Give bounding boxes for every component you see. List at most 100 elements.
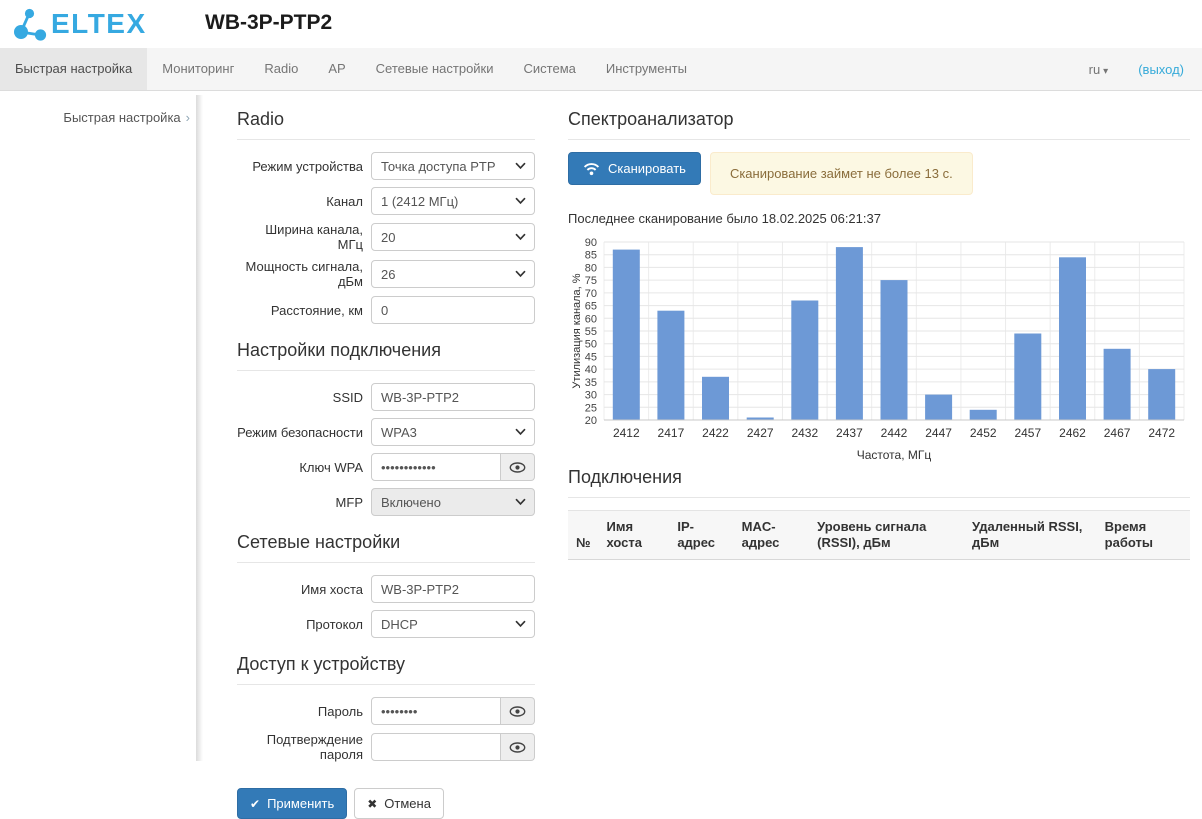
language-label: ru [1089, 62, 1101, 77]
svg-text:75: 75 [585, 275, 597, 287]
password-label: Пароль [237, 704, 363, 719]
tab-ap[interactable]: AP [313, 48, 360, 90]
nav-tabs: Быстрая настройкаМониторингRadioAPСетевы… [0, 48, 702, 90]
scan-duration-alert: Сканирование займет не более 13 с. [710, 152, 973, 195]
tab-monitoring[interactable]: Мониторинг [147, 48, 249, 90]
channel-width-label: Ширина канала, МГц [237, 222, 363, 252]
tx-power-select[interactable]: 26 [371, 260, 535, 288]
apply-button[interactable]: ✔Применить [237, 788, 347, 819]
mfp-value: Включено [381, 495, 441, 510]
device-mode-row: Режим устройства Точка доступа PTP [237, 152, 535, 180]
mfp-row: MFPВключено [237, 488, 535, 516]
svg-text:35: 35 [585, 377, 597, 389]
distance-row: Расстояние, км [237, 296, 535, 324]
svg-text:55: 55 [585, 326, 597, 338]
password-row: Пароль [237, 697, 535, 725]
section-title: Настройки подключения [237, 340, 535, 371]
svg-text:2437: 2437 [836, 426, 863, 440]
hostname-input[interactable] [371, 575, 535, 603]
sidebar-item-quick-setup[interactable]: Быстрая настройка› [0, 110, 190, 125]
connections-column-header: Имя хоста [599, 511, 670, 560]
tx-power-row: Мощность сигнала, дБм 26 [237, 259, 535, 289]
svg-text:65: 65 [585, 301, 597, 313]
svg-text:2442: 2442 [881, 426, 908, 440]
device-mode-value: Точка доступа PTP [381, 159, 496, 174]
eltex-logo[interactable]: ELTEX [12, 6, 147, 42]
wpa-key-input[interactable] [371, 453, 501, 481]
ssid-row: SSID [237, 383, 535, 411]
wpa-key-label: Ключ WPA [237, 460, 363, 475]
x-icon: ✖ [367, 798, 377, 810]
channel-label: Канал [237, 194, 363, 209]
chevron-down-icon [515, 234, 526, 241]
svg-text:2412: 2412 [613, 426, 640, 440]
connections-column-header: IP-адрес [669, 511, 733, 560]
security-mode-select[interactable]: WPA3 [371, 418, 535, 446]
section-title: Сетевые настройки [237, 532, 535, 563]
protocol-select[interactable]: DHCP [371, 610, 535, 638]
password-confirm-label: Подтверждение пароля [237, 732, 363, 762]
scan-row: Сканировать Сканирование займет не более… [568, 152, 1190, 195]
tab-radio[interactable]: Radio [249, 48, 313, 90]
chevron-down-icon [515, 198, 526, 205]
svg-text:85: 85 [585, 250, 597, 262]
scan-button[interactable]: Сканировать [568, 152, 701, 185]
connections-column-header: Удаленный RSSI, дБм [964, 511, 1097, 560]
toggle-wpa-key-visibility-button[interactable] [501, 453, 535, 481]
toggle-password-confirm-visibility-button[interactable] [501, 733, 535, 761]
hostname-row: Имя хоста [237, 575, 535, 603]
wpa-key-row: Ключ WPA [237, 453, 535, 481]
toggle-password-visibility-button[interactable] [501, 697, 535, 725]
security-mode-row: Режим безопасности WPA3 [237, 418, 535, 446]
password-input[interactable] [371, 697, 501, 725]
security-mode-label: Режим безопасности [237, 425, 363, 440]
spectrum-chart: 2025303540455055606570758085902412241724… [568, 232, 1190, 467]
mfp-select[interactable]: Включено [371, 488, 535, 516]
tab-system[interactable]: Система [509, 48, 591, 90]
svg-text:2457: 2457 [1014, 426, 1041, 440]
svg-text:2452: 2452 [970, 426, 997, 440]
chevron-down-icon [515, 429, 526, 436]
tx-power-label: Мощность сигнала, дБм [237, 259, 363, 289]
tab-network-settings[interactable]: Сетевые настройки [361, 48, 509, 90]
distance-label: Расстояние, км [237, 303, 363, 318]
chevron-right-icon: › [186, 110, 190, 125]
channel-width-value: 20 [381, 230, 395, 245]
connections-table: №Имя хостаIP-адресMAC-адресУровень сигна… [568, 510, 1190, 560]
spectrum-panel: Спектроанализатор Сканировать Сканирован… [568, 109, 1190, 560]
eye-icon [509, 706, 526, 717]
svg-text:Частота, МГц: Частота, МГц [857, 448, 932, 462]
device-mode-label: Режим устройства [237, 159, 363, 174]
language-selector[interactable]: ru▾ [1089, 62, 1109, 77]
tx-power-value: 26 [381, 267, 395, 282]
app-header: ELTEX WB-3P-PTP2 [0, 0, 1202, 48]
form-section: Сетевые настройки Имя хоста Протокол DHCP [237, 532, 535, 638]
tab-tools[interactable]: Инструменты [591, 48, 702, 90]
sidebar-divider [196, 95, 203, 761]
eye-icon [509, 742, 526, 753]
channel-width-select[interactable]: 20 [371, 223, 535, 251]
channel-width-row: Ширина канала, МГц 20 [237, 222, 535, 252]
svg-text:2427: 2427 [747, 426, 774, 440]
ssid-input[interactable] [371, 383, 535, 411]
connections-column-header: № [568, 511, 599, 560]
distance-input[interactable] [371, 296, 535, 324]
protocol-label: Протокол [237, 617, 363, 632]
last-scan-text: Последнее сканирование было 18.02.2025 0… [568, 211, 1190, 226]
form-section: Настройки подключения SSID Режим безопасно… [237, 340, 535, 516]
logout-link[interactable]: (выход) [1138, 62, 1184, 77]
tab-quick-setup[interactable]: Быстрая настройка [0, 48, 147, 90]
cancel-button[interactable]: ✖ Отмена [354, 788, 444, 819]
svg-text:30: 30 [585, 390, 597, 402]
page-title: WB-3P-PTP2 [205, 11, 332, 35]
channel-select[interactable]: 1 (2412 МГц) [371, 187, 535, 215]
svg-text:Утилизация канала, %: Утилизация канала, % [571, 273, 583, 388]
form-section: Radio Режим устройства Точка доступа PTP Ка… [237, 109, 535, 324]
section-title: Radio [237, 109, 535, 140]
chevron-down-icon [515, 499, 526, 506]
cancel-button-label: Отмена [384, 796, 431, 811]
ssid-label: SSID [237, 390, 363, 405]
device-mode-select[interactable]: Точка доступа PTP [371, 152, 535, 180]
svg-text:25: 25 [585, 402, 597, 414]
password-confirm-input[interactable] [371, 733, 501, 761]
